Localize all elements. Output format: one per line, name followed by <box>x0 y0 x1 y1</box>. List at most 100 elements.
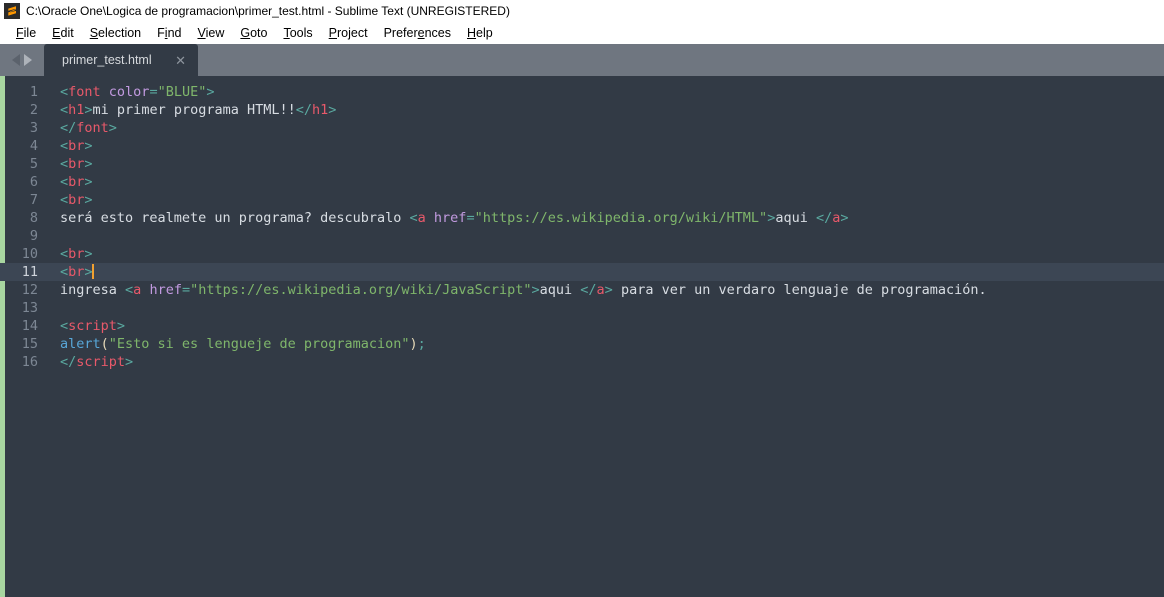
token-text: mi primer programa HTML!! <box>92 102 296 118</box>
token-tag: br <box>68 264 85 280</box>
code-line[interactable]: 16 </script> <box>0 353 1164 371</box>
menu-item-file[interactable]: File <box>8 22 44 44</box>
code-line[interactable]: 10 <br> <box>0 245 1164 263</box>
code-line[interactable]: 8 será esto realmete un programa? descubr… <box>0 209 1164 227</box>
token-tag: font <box>76 120 109 136</box>
token-punct: < <box>60 84 69 100</box>
token-punct: > <box>84 192 93 208</box>
token-punct: < <box>125 282 134 298</box>
line-text[interactable]: <br> <box>44 263 1164 281</box>
menu-item-view[interactable]: View <box>189 22 232 44</box>
token-punct: > <box>84 102 93 118</box>
token-tag: br <box>68 174 85 190</box>
menu-item-find[interactable]: Find <box>149 22 189 44</box>
token-string: "https://es.wikipedia.org/wiki/HTML" <box>474 210 768 226</box>
token-punct: > <box>116 318 126 334</box>
line-number: 9 <box>29 228 38 244</box>
close-icon[interactable]: ✕ <box>174 53 188 67</box>
tab-nav-arrows <box>0 44 44 76</box>
code-line[interactable]: 6 <br> <box>0 173 1164 191</box>
line-text[interactable]: <br> <box>44 173 1164 191</box>
line-number: 11 <box>0 263 44 281</box>
token-paren: ) <box>409 336 418 352</box>
line-text[interactable]: alert("Esto si es lengueje de programaci… <box>44 335 1164 353</box>
token-tag: br <box>68 246 85 262</box>
menu-item-preferences[interactable]: Preferences <box>376 22 459 44</box>
menubar: File Edit Selection Find View Goto Tools Projec… <box>0 22 1164 44</box>
token-semi: ; <box>417 336 426 352</box>
code-area[interactable]: 1 <font color="BLUE"> 2 <h1>mi primer progr… <box>0 76 1164 371</box>
line-text[interactable]: <font color="BLUE"> <box>44 83 1164 101</box>
line-number: 13 <box>21 300 38 316</box>
line-text[interactable]: ingresa < a href="https://es.wikipedia.or… <box>44 281 1164 299</box>
menu-item-tools[interactable]: Tools <box>275 22 320 44</box>
token-punct: > <box>108 120 117 136</box>
line-number: 5 <box>29 156 38 172</box>
token-punct: < <box>60 102 69 118</box>
code-line[interactable]: 7 <br> <box>0 191 1164 209</box>
code-line[interactable]: 11 <br> <box>0 263 1164 281</box>
code-line[interactable]: 4 <br> <box>0 137 1164 155</box>
token-attr: href <box>433 210 467 226</box>
token-punct: < <box>60 264 69 280</box>
code-line[interactable]: 13 <box>0 299 1164 317</box>
token-text: aqui <box>775 210 816 226</box>
menu-item-selection[interactable]: Selection <box>82 22 149 44</box>
token-tag: a <box>417 210 426 226</box>
code-line[interactable]: 15 alert("Esto si es lengueje de programa… <box>0 335 1164 353</box>
code-line[interactable]: 14 <script> <box>0 317 1164 335</box>
code-line[interactable]: 5 <br> <box>0 155 1164 173</box>
code-line[interactable]: 1 <font color="BLUE"> <box>0 83 1164 101</box>
line-text[interactable]: <br> <box>44 155 1164 173</box>
line-text[interactable]: será esto realmete un programa? descubra… <box>44 209 1164 227</box>
token-punct: > <box>531 282 540 298</box>
token-punct: < <box>60 156 69 172</box>
token-string: "Esto si es lengueje de programacion" <box>108 336 410 352</box>
token-punct: </ <box>60 120 77 136</box>
line-text[interactable]: <br> <box>44 245 1164 263</box>
token-punct: </ <box>580 282 597 298</box>
token-string: "https://es.wikipedia.org/wiki/JavaScrip… <box>190 282 532 298</box>
token-tag: br <box>68 138 85 154</box>
menu-item-edit[interactable]: Edit <box>44 22 82 44</box>
arrow-left-icon[interactable] <box>12 54 20 66</box>
line-number: 8 <box>29 210 38 226</box>
line-text[interactable]: </font> <box>44 119 1164 137</box>
line-number: 14 <box>21 318 38 334</box>
arrow-right-icon[interactable] <box>24 54 32 66</box>
line-text[interactable]: </script> <box>44 353 1164 371</box>
menu-item-project[interactable]: Project <box>321 22 376 44</box>
line-text[interactable]: <h1>mi primer programa HTML!!</h1> <box>44 101 1164 119</box>
line-number: 15 <box>21 336 38 352</box>
code-editor[interactable]: 1 <font color="BLUE"> 2 <h1>mi primer progr… <box>0 76 1164 597</box>
token-punct: > <box>84 246 93 262</box>
menu-item-goto[interactable]: Goto <box>232 22 275 44</box>
window-titlebar: C:\Oracle One\Logica de programacion\pri… <box>0 0 1164 22</box>
token-punct: < <box>60 318 69 334</box>
token-text: para ver un verdaro lenguaje de programa… <box>612 282 987 298</box>
token-attr: href <box>149 282 182 298</box>
token-text: será esto realmete un programa? descubra… <box>60 210 410 226</box>
code-line[interactable]: 12 ingresa < a href="https://es.wikipedia.… <box>0 281 1164 299</box>
code-line[interactable]: 9 <box>0 227 1164 245</box>
line-text[interactable]: <br> <box>44 137 1164 155</box>
token-tag: font <box>68 84 101 100</box>
token-punct: </ <box>60 354 77 370</box>
code-line[interactable]: 2 <h1>mi primer programa HTML!!</h1> <box>0 101 1164 119</box>
token-punct: </ <box>295 102 313 118</box>
token-punct: > <box>84 138 93 154</box>
line-text[interactable] <box>44 227 1164 245</box>
line-text[interactable]: <br> <box>44 191 1164 209</box>
code-line[interactable]: 3 </font> <box>0 119 1164 137</box>
sublime-text-logo-icon <box>4 3 20 19</box>
line-text[interactable] <box>44 299 1164 317</box>
line-text[interactable]: <script> <box>44 317 1164 335</box>
editor-tab[interactable]: primer_test.html ✕ <box>44 44 198 76</box>
token-punct: > <box>206 84 215 100</box>
token-punct: < <box>60 174 69 190</box>
tab-label: primer_test.html <box>62 53 152 67</box>
menu-item-help[interactable]: Help <box>459 22 501 44</box>
token-punct: = <box>181 282 191 298</box>
token-punct: = <box>466 210 475 226</box>
